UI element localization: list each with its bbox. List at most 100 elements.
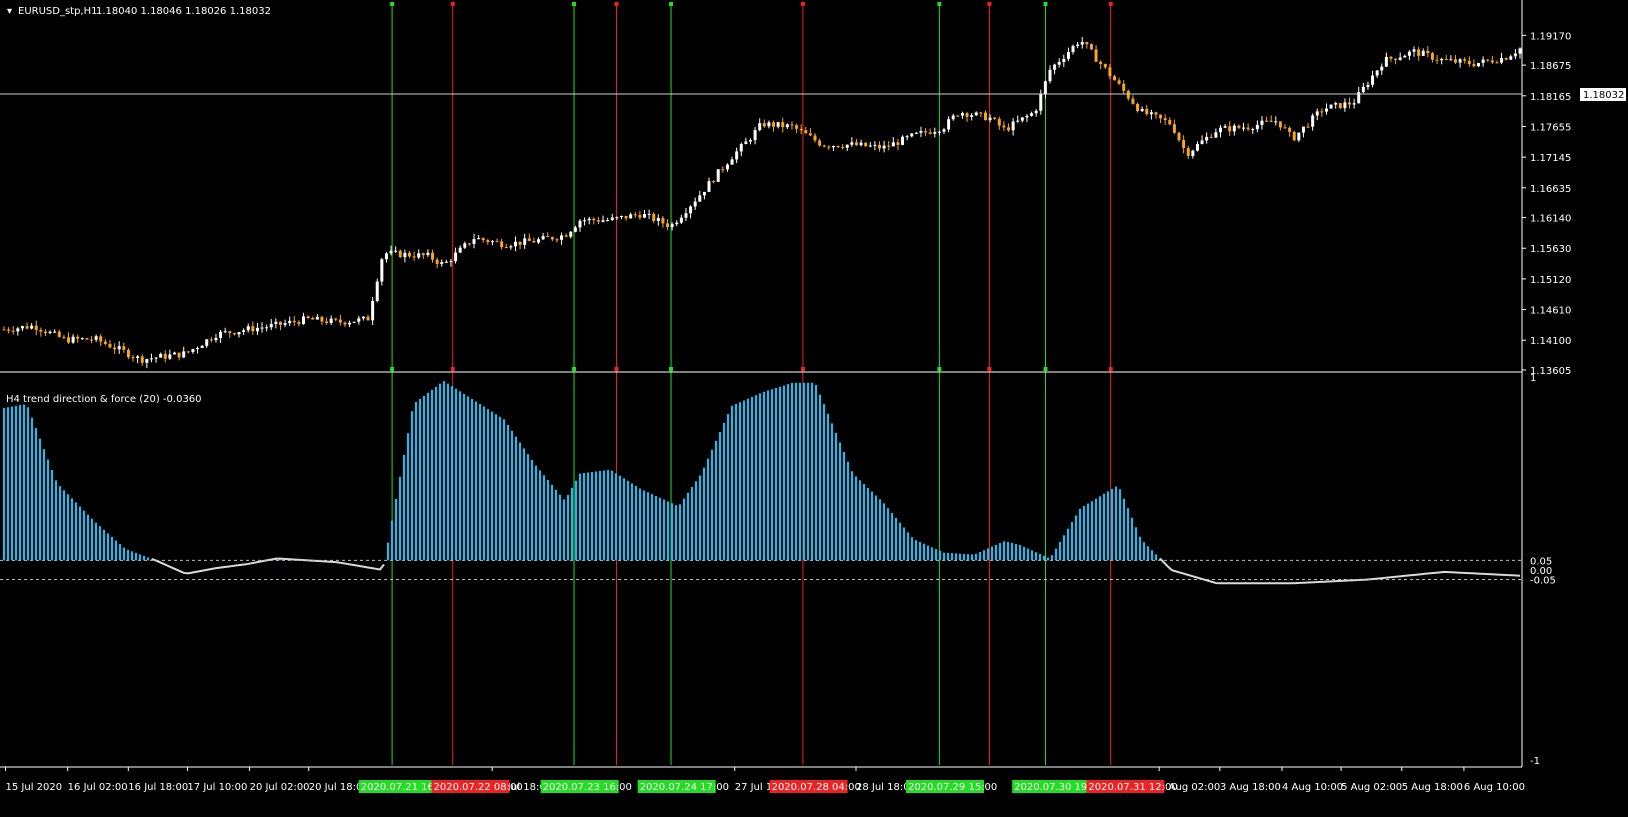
bear-candle <box>1246 127 1250 130</box>
bear-candle <box>624 215 628 219</box>
time-tick-label: 16 Jul 18:00 <box>128 782 188 793</box>
bull-candle <box>1440 58 1444 61</box>
bull-candle <box>1057 62 1061 65</box>
bull-candle <box>859 142 863 146</box>
bear-candle <box>822 145 826 147</box>
bull-candle <box>1223 126 1227 128</box>
bull-candle <box>71 336 75 343</box>
bull-candle <box>214 337 218 341</box>
bear-candle <box>39 329 43 332</box>
bear-candle <box>924 131 928 133</box>
bear-candle <box>1103 63 1107 68</box>
bear-candle <box>795 125 799 129</box>
bear-candle <box>99 336 103 342</box>
bull-candle <box>1458 59 1462 63</box>
bull-candle <box>716 169 720 182</box>
bear-candle <box>956 115 960 117</box>
price-tick-label: 1.17145 <box>1530 153 1571 164</box>
bull-candle <box>675 222 679 225</box>
bear-candle <box>131 357 135 359</box>
bear-candle <box>232 333 236 335</box>
bear-candle <box>1186 148 1190 156</box>
bear-candle <box>495 241 499 243</box>
bull-candle <box>642 214 646 218</box>
bull-candle <box>1218 127 1222 133</box>
bear-candle <box>1117 80 1121 84</box>
bull-candle <box>265 327 269 329</box>
bull-candle <box>1080 42 1084 45</box>
price-tick-label: 1.15120 <box>1530 275 1571 286</box>
bull-candle <box>1412 49 1416 52</box>
bear-candle <box>887 145 891 147</box>
bull-candle <box>537 239 541 243</box>
bear-candle <box>550 237 554 240</box>
bull-candle <box>444 261 448 263</box>
sell-signal-marker <box>1108 2 1113 6</box>
bull-candle <box>1500 58 1504 63</box>
bull-candle <box>1195 143 1199 151</box>
bear-candle <box>993 117 997 119</box>
bear-candle <box>1320 111 1324 113</box>
bear-candle <box>1292 131 1296 141</box>
bear-candle <box>1269 120 1273 122</box>
bull-candle <box>196 348 200 350</box>
sell-signal-marker <box>800 367 805 371</box>
bull-candle <box>1274 121 1278 123</box>
bull-candle <box>1375 70 1379 76</box>
bear-candle <box>592 218 596 221</box>
bear-candle <box>43 331 47 334</box>
bear-candle <box>1394 58 1398 60</box>
bear-candle <box>799 128 803 131</box>
bear-candle <box>62 336 66 338</box>
chart-background <box>0 0 1628 817</box>
bear-candle <box>1306 126 1310 128</box>
chart-menu-arrow-icon[interactable]: ▾ <box>7 6 12 17</box>
bull-candle <box>274 321 278 324</box>
bull-candle <box>735 151 739 160</box>
bull-candle <box>513 241 517 247</box>
bear-candle <box>1435 59 1439 61</box>
bull-candle <box>223 331 227 333</box>
bull-candle <box>380 259 384 282</box>
price-tick-label: 1.14610 <box>1530 306 1571 317</box>
bear-candle <box>518 241 522 245</box>
bull-candle <box>776 122 780 127</box>
indicator-label: H4 trend direction & force (20) -0.0360 <box>6 394 202 405</box>
bear-candle <box>177 352 181 358</box>
time-tick-label: 3 Aug 18:00 <box>1220 782 1281 793</box>
price-tick-label: 1.17655 <box>1530 122 1571 133</box>
bull-candle <box>702 191 706 196</box>
bear-candle <box>431 252 435 260</box>
bear-candle <box>103 341 107 344</box>
bear-candle <box>864 142 868 147</box>
bear-candle <box>113 347 117 350</box>
ohlc-values: 1.18040 1.18046 1.18026 1.18032 <box>96 6 271 17</box>
bear-candle <box>1338 103 1342 109</box>
buy-time-label: 2020.07.23 16:00 <box>543 782 632 793</box>
bear-candle <box>7 329 11 331</box>
symbol-timeframe: EURUSD_stp,H1 <box>18 6 98 17</box>
bull-candle <box>670 224 674 227</box>
bear-candle <box>251 326 255 332</box>
bear-candle <box>546 236 550 238</box>
bull-candle <box>288 320 292 324</box>
bull-candle <box>951 115 955 120</box>
buy-signal-marker <box>937 2 942 6</box>
bear-candle <box>1228 126 1232 132</box>
bear-candle <box>57 331 61 337</box>
buy-signal-marker <box>1043 367 1048 371</box>
bull-candle <box>1048 69 1052 82</box>
bull-candle <box>389 250 393 254</box>
bull-candle <box>1329 104 1333 109</box>
bull-candle <box>454 252 458 262</box>
chart-canvas[interactable]: ▾ EURUSD_stp,H1 1.18040 1.18046 1.18026 … <box>0 0 1628 817</box>
bull-candle <box>1214 132 1218 138</box>
bear-candle <box>140 356 144 363</box>
bull-candle <box>1030 113 1034 116</box>
indicator-tick-label: -1 <box>1530 756 1540 767</box>
bull-candle <box>758 123 762 131</box>
bear-candle <box>532 241 536 243</box>
bull-candle <box>440 262 444 264</box>
bear-candle <box>1126 90 1130 99</box>
bear-candle <box>297 322 301 325</box>
